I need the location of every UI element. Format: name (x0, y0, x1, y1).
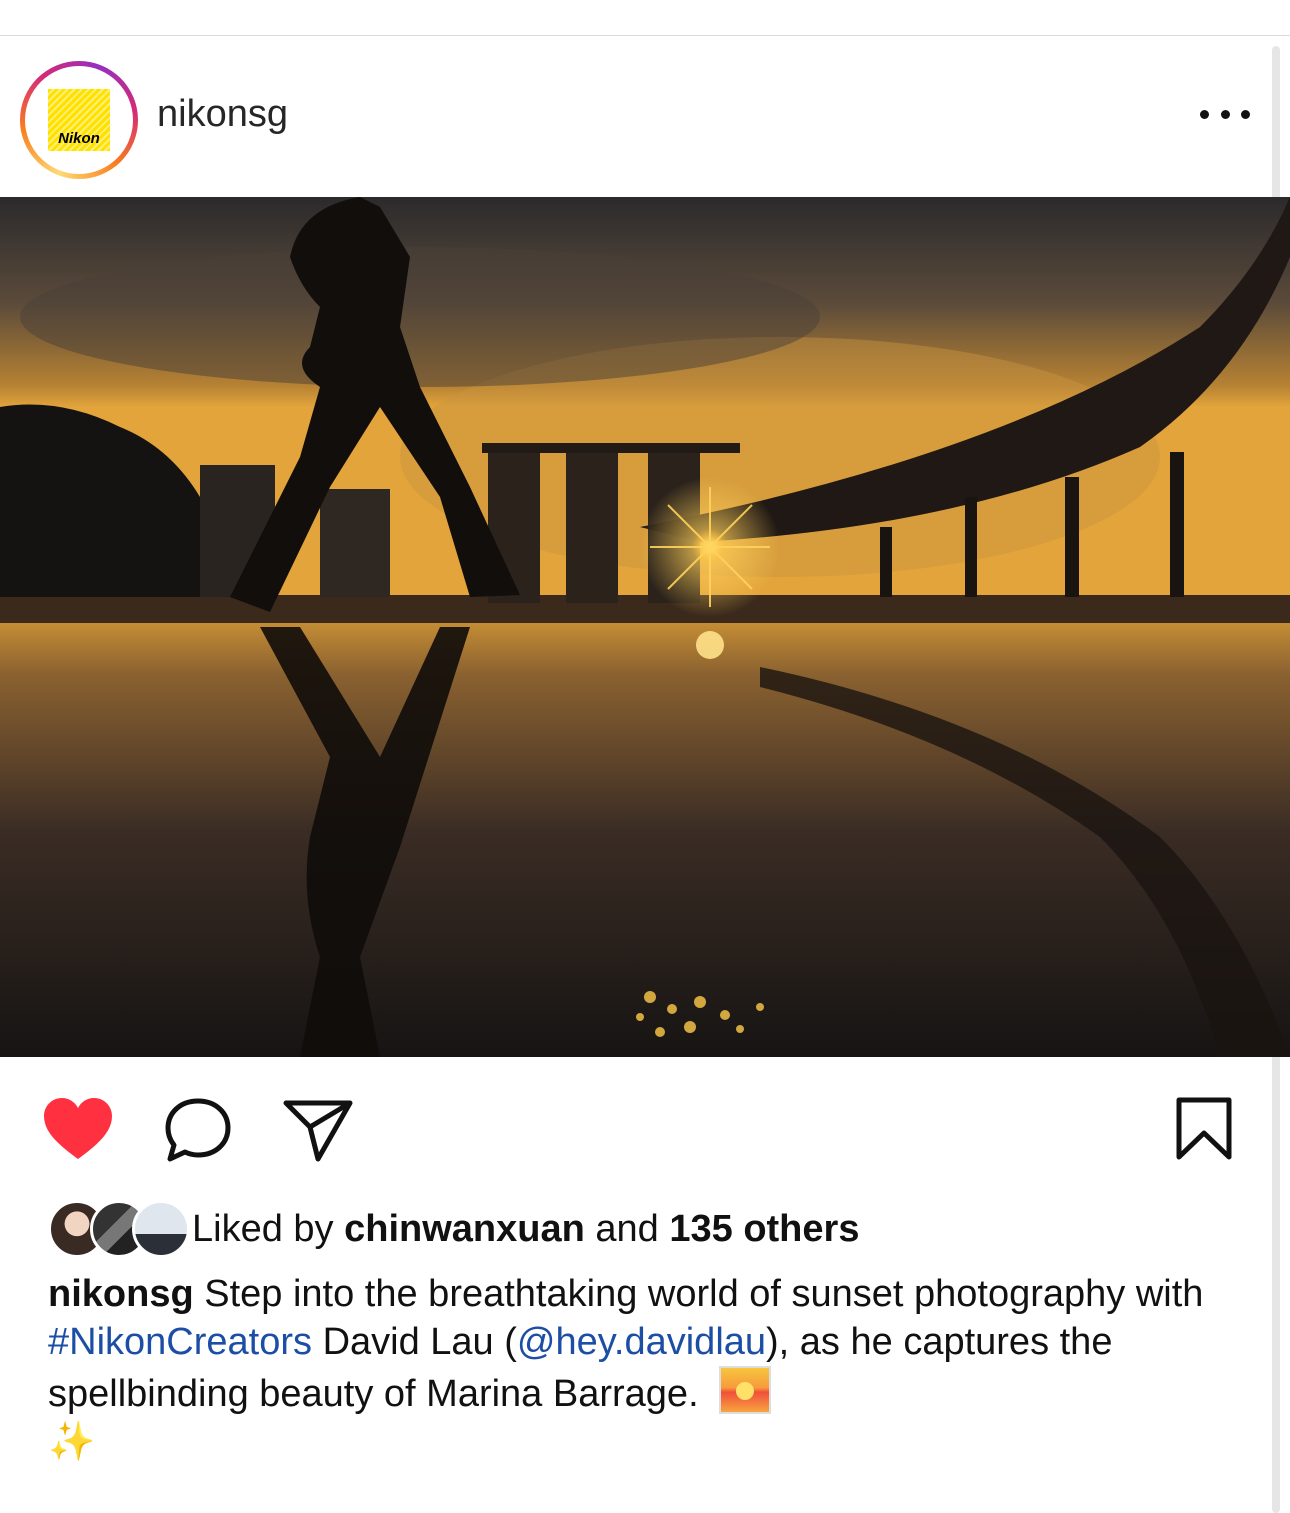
comment-icon[interactable] (164, 1097, 234, 1168)
nikon-logo: Nikon (48, 89, 110, 151)
nikon-logo-text: Nikon (58, 130, 100, 147)
bookmark-icon[interactable] (1174, 1097, 1234, 1166)
top-divider (0, 35, 1290, 36)
likes-row: Liked by chinwanxuan and 135 others (48, 1198, 1248, 1258)
caption-text-2: David Lau ( (322, 1321, 517, 1363)
post-actions (0, 1085, 1290, 1175)
heart-icon[interactable] (42, 1097, 114, 1166)
sparkles-emoji: ✨ (48, 1421, 96, 1463)
avatar (132, 1200, 190, 1258)
profile-avatar[interactable]: Nikon (20, 61, 138, 179)
liked-by-avatars[interactable] (48, 1200, 190, 1258)
liked-by-prefix: Liked by (192, 1208, 334, 1250)
caption-text-1: Step into the breathtaking world of suns… (204, 1273, 1204, 1315)
post-caption: nikonsg Step into the breathtaking world… (48, 1270, 1248, 1466)
liked-by-user[interactable]: chinwanxuan (344, 1208, 585, 1250)
likes-count[interactable]: 135 others (669, 1208, 859, 1250)
post-header: Nikon nikonsg (0, 55, 1290, 183)
likes-text: Liked by chinwanxuan and 135 others (192, 1208, 859, 1251)
sunrise-emoji-icon (719, 1366, 772, 1414)
liked-by-middle: and (595, 1208, 659, 1250)
caption-username[interactable]: nikonsg (48, 1273, 194, 1315)
post-username[interactable]: nikonsg (157, 93, 288, 136)
mention-link[interactable]: @hey.davidlau (517, 1321, 766, 1363)
send-icon[interactable] (282, 1099, 354, 1168)
hashtag-link[interactable]: #NikonCreators (48, 1321, 312, 1363)
post-image[interactable] (0, 197, 1290, 1057)
more-options-icon[interactable] (1200, 107, 1250, 121)
